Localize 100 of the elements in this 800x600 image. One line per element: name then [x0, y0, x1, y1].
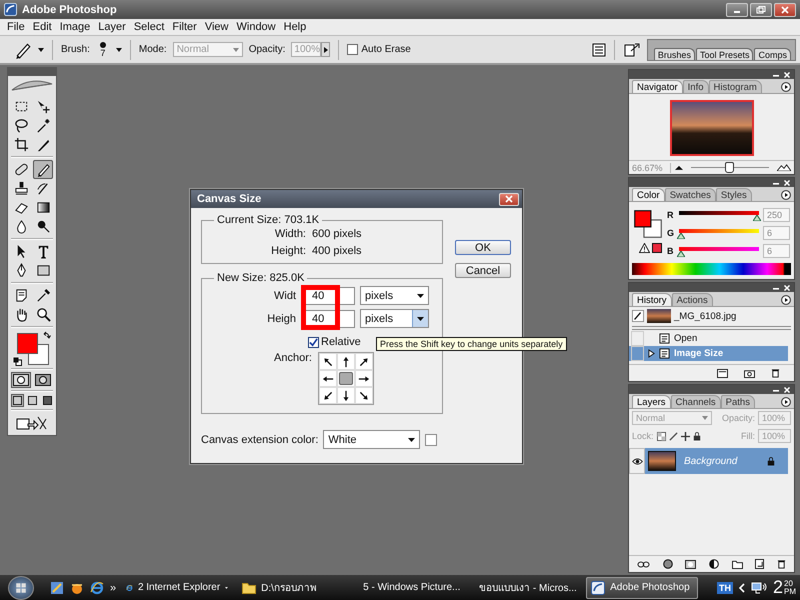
- anchor-cell[interactable]: [354, 353, 373, 370]
- anchor-cell[interactable]: [336, 370, 355, 387]
- channel-slider[interactable]: [679, 228, 759, 238]
- dialog-button[interactable]: Cancel: [455, 263, 511, 278]
- document-arrow-icon[interactable]: [622, 42, 641, 58]
- screen-mode-button[interactable]: [26, 394, 38, 407]
- link-icon[interactable]: [637, 560, 650, 568]
- menu-item[interactable]: Edit: [28, 21, 56, 33]
- folder-icon[interactable]: [732, 560, 743, 568]
- panel-tab[interactable]: History: [632, 293, 672, 306]
- taskbar-button[interactable]: ขอบแบบเงา - Micros...: [470, 578, 580, 598]
- channel-slider[interactable]: [679, 246, 759, 256]
- standard-mode-button[interactable]: [11, 372, 31, 388]
- more-chevron[interactable]: »: [110, 582, 116, 594]
- caret-icon[interactable]: [116, 48, 122, 52]
- close-icon[interactable]: [784, 386, 790, 392]
- anchor-cell[interactable]: [336, 387, 355, 404]
- extension-color-dropdown[interactable]: White: [323, 430, 420, 449]
- panel-tab[interactable]: Color: [632, 188, 665, 201]
- color-swatch[interactable]: [425, 434, 438, 446]
- panel-tab[interactable]: Histogram: [708, 80, 762, 93]
- anchor-cell[interactable]: [336, 353, 355, 370]
- unit-dropdown[interactable]: pixels: [360, 309, 429, 328]
- quick-mask-button[interactable]: [33, 372, 53, 388]
- start-button[interactable]: [8, 576, 34, 600]
- panel-tab[interactable]: Info: [682, 80, 709, 93]
- move-lock-icon[interactable]: [680, 432, 690, 440]
- menu-item[interactable]: Select: [130, 21, 168, 33]
- panel-tab[interactable]: Styles: [716, 188, 752, 201]
- palette-well-tab[interactable]: Comps: [754, 48, 791, 60]
- checker-lock-icon[interactable]: [656, 432, 666, 440]
- color-swatches-icon[interactable]: [17, 333, 49, 365]
- taskbar-button[interactable]: D:\กรอบภาพ: [238, 578, 348, 598]
- palette-well-tab[interactable]: Brushes: [654, 48, 695, 60]
- mask-icon[interactable]: [685, 560, 696, 568]
- auto-erase-checkbox[interactable]: [347, 44, 358, 55]
- brush-lock-icon[interactable]: [668, 432, 678, 440]
- taskbar-button[interactable]: 2 Internet Explorer: [122, 578, 232, 598]
- swap-arrow-icon[interactable]: [43, 331, 51, 339]
- menu-item[interactable]: View: [200, 21, 232, 33]
- anchor-cell[interactable]: [354, 387, 373, 404]
- panel-tab[interactable]: Channels: [670, 395, 721, 408]
- dialog-button[interactable]: OK: [455, 240, 511, 255]
- small-mountain-icon[interactable]: [675, 165, 683, 170]
- panel-tab[interactable]: Navigator: [632, 80, 683, 93]
- taskbar-button[interactable]: 5 - Windows Picture...: [354, 578, 464, 598]
- close-icon[interactable]: [784, 180, 790, 186]
- minimize-button[interactable]: [726, 2, 748, 16]
- caret-icon[interactable]: [38, 48, 44, 52]
- unit-dropdown[interactable]: pixels: [360, 286, 429, 305]
- menu-item[interactable]: Help: [280, 21, 310, 33]
- panel-menu-icon[interactable]: [781, 190, 791, 200]
- trash-icon[interactable]: [771, 368, 780, 378]
- panel-menu-icon[interactable]: [781, 295, 791, 305]
- brush-source-icon[interactable]: [632, 310, 644, 322]
- color-spectrum-bar[interactable]: [632, 263, 791, 275]
- menu-item[interactable]: Window: [232, 21, 280, 33]
- panel-menu-icon[interactable]: [781, 82, 791, 92]
- history-step[interactable]: Open: [629, 331, 788, 346]
- panel-tab[interactable]: Actions: [672, 293, 713, 306]
- anchor-cell[interactable]: [318, 353, 337, 370]
- style-icon[interactable]: [662, 559, 673, 569]
- panel-menu-icon[interactable]: [781, 397, 791, 407]
- language-indicator[interactable]: TH: [716, 582, 733, 594]
- opacity-arrow-button[interactable]: [321, 42, 330, 57]
- list-icon[interactable]: [592, 42, 606, 56]
- menu-item[interactable]: Image: [56, 21, 94, 33]
- chevron-left-icon[interactable]: [738, 582, 745, 592]
- slider-thumb-icon[interactable]: [676, 251, 685, 257]
- snapshot-name[interactable]: _MG_6108.jpg: [674, 310, 736, 322]
- close-icon[interactable]: [784, 72, 790, 78]
- anchor-cell[interactable]: [318, 387, 337, 404]
- pencil-tool-button[interactable]: [33, 160, 53, 179]
- screen-mode-button[interactable]: [10, 394, 24, 407]
- warning-icon[interactable]: [639, 243, 650, 253]
- anchor-cell[interactable]: [318, 370, 337, 387]
- close-icon[interactable]: [784, 284, 790, 290]
- gamut-color-swatch[interactable]: [652, 243, 662, 253]
- zoom-slider-thumb[interactable]: [725, 162, 734, 173]
- restore-button[interactable]: [750, 2, 772, 16]
- brush-preview[interactable]: 7: [98, 41, 107, 58]
- camera-icon[interactable]: [744, 368, 755, 378]
- new-layer-icon[interactable]: [755, 559, 764, 569]
- relative-checkbox[interactable]: [308, 336, 319, 348]
- padlock-icon[interactable]: [692, 432, 701, 440]
- panel-tab[interactable]: Layers: [632, 395, 671, 408]
- menu-item[interactable]: Filter: [168, 21, 201, 33]
- palette-well-tab[interactable]: Tool Presets: [696, 48, 754, 60]
- network-icon[interactable]: [750, 582, 767, 594]
- channel-slider[interactable]: [679, 210, 759, 220]
- close-button[interactable]: [774, 2, 796, 16]
- trash-icon[interactable]: [776, 559, 786, 569]
- screen-mode-button[interactable]: [40, 394, 54, 407]
- taskbar-button[interactable]: Adobe Photoshop: [586, 576, 698, 598]
- color-swatches-icon[interactable]: [633, 207, 663, 241]
- default-colors-icon[interactable]: [13, 357, 22, 366]
- browser-e-icon[interactable]: [90, 580, 104, 594]
- slider-thumb-icon[interactable]: [676, 233, 685, 239]
- large-mountain-icon[interactable]: [777, 164, 791, 171]
- new-document-icon[interactable]: [717, 368, 728, 378]
